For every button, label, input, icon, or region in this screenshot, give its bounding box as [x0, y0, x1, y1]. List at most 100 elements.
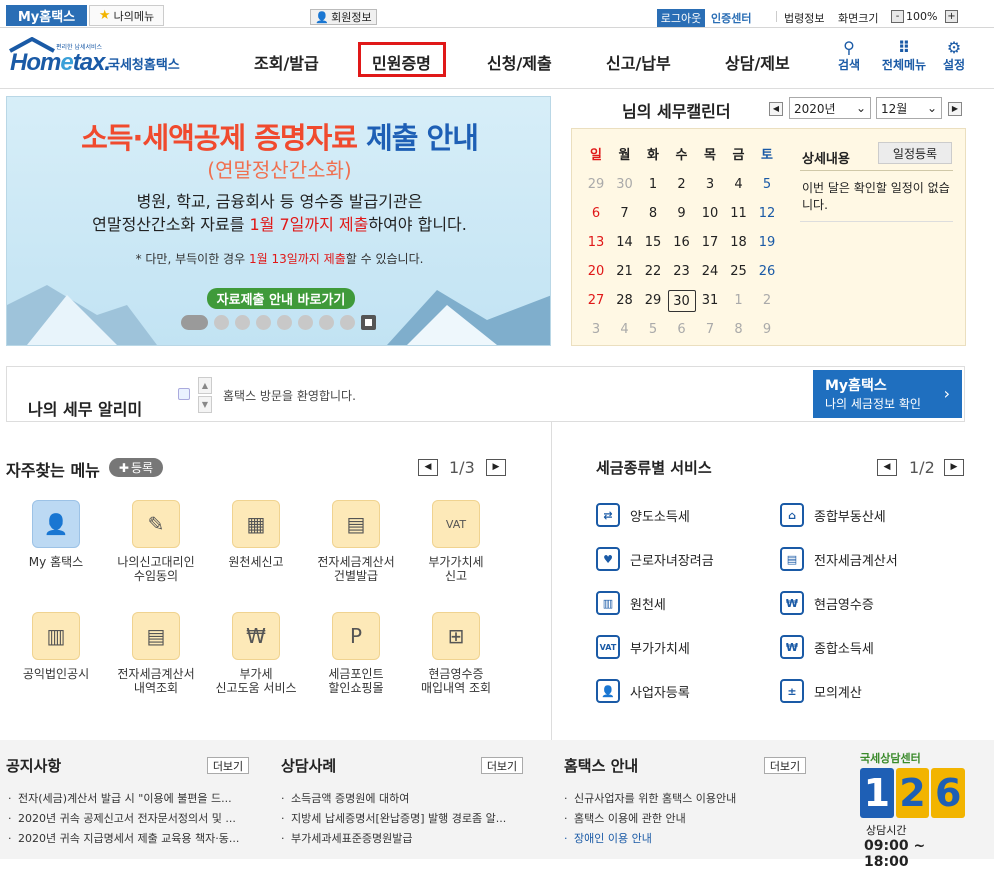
calendar-day[interactable]: 3: [696, 174, 724, 196]
tax-service-item[interactable]: ⇄ 양도소득세: [596, 503, 690, 527]
frequent-menu-item[interactable]: ▤ 전자세금계산서 건별발급: [306, 500, 406, 583]
calendar-day[interactable]: 23: [668, 261, 696, 283]
next-month-button[interactable]: ▶: [948, 102, 962, 116]
tax-service-item[interactable]: ▥ 원천세: [596, 591, 666, 615]
calendar-day[interactable]: 2: [753, 290, 781, 312]
calendar-day[interactable]: 1: [639, 174, 667, 196]
schedule-register-button[interactable]: 일정등록: [878, 142, 952, 164]
gnb-application[interactable]: 신청/제출: [487, 50, 552, 74]
freq-next-button[interactable]: ▶: [486, 459, 506, 476]
frequent-menu-item[interactable]: P 세금포인트 할인쇼핑몰: [306, 612, 406, 695]
frequent-menu-item[interactable]: 👤 My 홈택스: [6, 500, 106, 569]
stop-icon[interactable]: [361, 315, 376, 330]
frequent-menu-item[interactable]: VAT 부가가치세 신고: [406, 500, 506, 583]
all-menu-button[interactable]: ⠿ 전체메뉴: [877, 38, 931, 73]
logout-button[interactable]: 로그아웃: [657, 9, 705, 27]
month-select[interactable]: 12월 ⌄: [876, 97, 942, 119]
calendar-day[interactable]: 4: [611, 319, 639, 341]
calendar-day[interactable]: 2: [668, 174, 696, 196]
slide-dot[interactable]: [235, 315, 250, 330]
calendar-day[interactable]: 30: [667, 290, 696, 312]
slide-dot[interactable]: [298, 315, 313, 330]
list-item[interactable]: 신규사업자를 위한 홈택스 이용안내: [564, 789, 809, 809]
main-banner[interactable]: 소득·세액공제 증명자료 제출 안내 (연말정산간소화) 병원, 학교, 금융회…: [6, 96, 551, 346]
frequent-menu-item[interactable]: ✎ 나의신고대리인 수임동의: [106, 500, 206, 583]
calendar-day[interactable]: 14: [611, 232, 639, 254]
calendar-day[interactable]: 10: [696, 203, 724, 225]
calendar-day[interactable]: 30: [611, 174, 639, 196]
calendar-day[interactable]: 8: [725, 319, 753, 341]
slide-dot[interactable]: [214, 315, 229, 330]
calendar-day[interactable]: 9: [753, 319, 781, 341]
gnb-certificates[interactable]: 민원증명: [372, 50, 431, 74]
notifier-message[interactable]: 홈택스 방문을 환영합니다.: [223, 387, 356, 404]
calendar-day[interactable]: 21: [611, 261, 639, 283]
calendar-day[interactable]: 8: [639, 203, 667, 225]
myhometax-tab[interactable]: My홈택스: [6, 5, 87, 26]
calendar-day[interactable]: 17: [696, 232, 724, 254]
gnb-consult[interactable]: 상담/제보: [725, 50, 790, 74]
tax-service-item[interactable]: ▤ 전자세금계산서: [780, 547, 898, 571]
calendar-day[interactable]: 29: [639, 290, 667, 312]
calendar-day[interactable]: 19: [753, 232, 781, 254]
calendar-day[interactable]: 28: [611, 290, 639, 312]
calendar-day[interactable]: 27: [582, 290, 610, 312]
tax-next-button[interactable]: ▶: [944, 459, 964, 476]
list-item[interactable]: 홈택스 이용에 관한 안내: [564, 809, 809, 829]
frequent-menu-item[interactable]: ⊞ 현금영수증 매입내역 조회: [406, 612, 506, 695]
calendar-day[interactable]: 13: [582, 232, 610, 254]
hometax-logo[interactable]: 편리한 납세서비스 Hometax. 국세청홈택스: [8, 37, 188, 77]
tax-service-item[interactable]: ± 모의계산: [780, 679, 862, 703]
calendar-day[interactable]: 1: [725, 290, 753, 312]
notice-more-button[interactable]: 더보기: [207, 757, 249, 774]
slide-dot[interactable]: [277, 315, 292, 330]
guide-more-button[interactable]: 더보기: [764, 757, 806, 774]
list-item[interactable]: 전자(세금)계산서 발급 시 "이용에 불편을 드...: [8, 789, 253, 809]
calendar-day[interactable]: 7: [696, 319, 724, 341]
tax-prev-button[interactable]: ◀: [877, 459, 897, 476]
frequent-menu-item[interactable]: ₩ 부가세 신고도움 서비스: [206, 612, 306, 695]
notifier-down-button[interactable]: ▼: [198, 396, 212, 413]
tax-service-item[interactable]: ♥ 근로자녀장려금: [596, 547, 714, 571]
myhometax-shortcut[interactable]: My홈택스 나의 세금정보 확인 ›: [813, 370, 962, 418]
calendar-day[interactable]: 12: [753, 203, 781, 225]
frequent-menu-item[interactable]: ▥ 공익법인공시: [6, 612, 106, 681]
calendar-day[interactable]: 6: [582, 203, 610, 225]
calendar-day[interactable]: 11: [725, 203, 753, 225]
frequent-menu-item[interactable]: ▦ 원천세신고: [206, 500, 306, 569]
frequent-menu-item[interactable]: ▤ 전자세금계산서 내역조회: [106, 612, 206, 695]
member-info-button[interactable]: 👤 회원정보: [310, 9, 377, 25]
banner-cta-button[interactable]: 자료제출 안내 바로가기: [207, 288, 355, 309]
year-select[interactable]: 2020년 ⌄: [789, 97, 871, 119]
tax-service-item[interactable]: ₩ 종합소득세: [780, 635, 874, 659]
search-button[interactable]: ⚲ 검색: [829, 38, 869, 73]
calendar-day[interactable]: 29: [582, 174, 610, 196]
register-menu-button[interactable]: ✚ 등록: [109, 458, 163, 477]
calendar-day[interactable]: 5: [639, 319, 667, 341]
calendar-day[interactable]: 6: [668, 319, 696, 341]
calendar-day[interactable]: 25: [725, 261, 753, 283]
cases-more-button[interactable]: 더보기: [481, 757, 523, 774]
slide-dot[interactable]: [319, 315, 334, 330]
calendar-day[interactable]: 24: [696, 261, 724, 283]
tax-service-item[interactable]: 👤 사업자등록: [596, 679, 690, 703]
mymenu-tab[interactable]: ★ 나의메뉴: [89, 5, 164, 26]
zoom-out-button[interactable]: -: [891, 10, 904, 23]
freq-prev-button[interactable]: ◀: [418, 459, 438, 476]
calendar-day[interactable]: 15: [639, 232, 667, 254]
tax-service-item[interactable]: VAT 부가가치세: [596, 635, 690, 659]
calendar-day[interactable]: 20: [582, 261, 610, 283]
calendar-day[interactable]: 7: [611, 203, 639, 225]
slide-dot[interactable]: [340, 315, 355, 330]
list-item[interactable]: 2020년 귀속 공제신고서 전자문서정의서 및 ...: [8, 809, 253, 829]
gnb-inquiry[interactable]: 조회/발급: [254, 50, 319, 74]
calendar-day[interactable]: 26: [753, 261, 781, 283]
list-item[interactable]: 2020년 귀속 지급명세서 제출 교육용 책자·동...: [8, 829, 253, 849]
calendar-day[interactable]: 16: [668, 232, 696, 254]
gnb-report-pay[interactable]: 신고/납부: [606, 50, 671, 74]
calendar-day[interactable]: 22: [639, 261, 667, 283]
call-center-banner[interactable]: 국세상담센터 126 상담시간 09:00 ~ 18:00: [860, 750, 970, 870]
calendar-day[interactable]: 31: [696, 290, 724, 312]
calendar-day[interactable]: 18: [725, 232, 753, 254]
list-item[interactable]: 부가세과세표준증명원발급: [281, 829, 526, 849]
